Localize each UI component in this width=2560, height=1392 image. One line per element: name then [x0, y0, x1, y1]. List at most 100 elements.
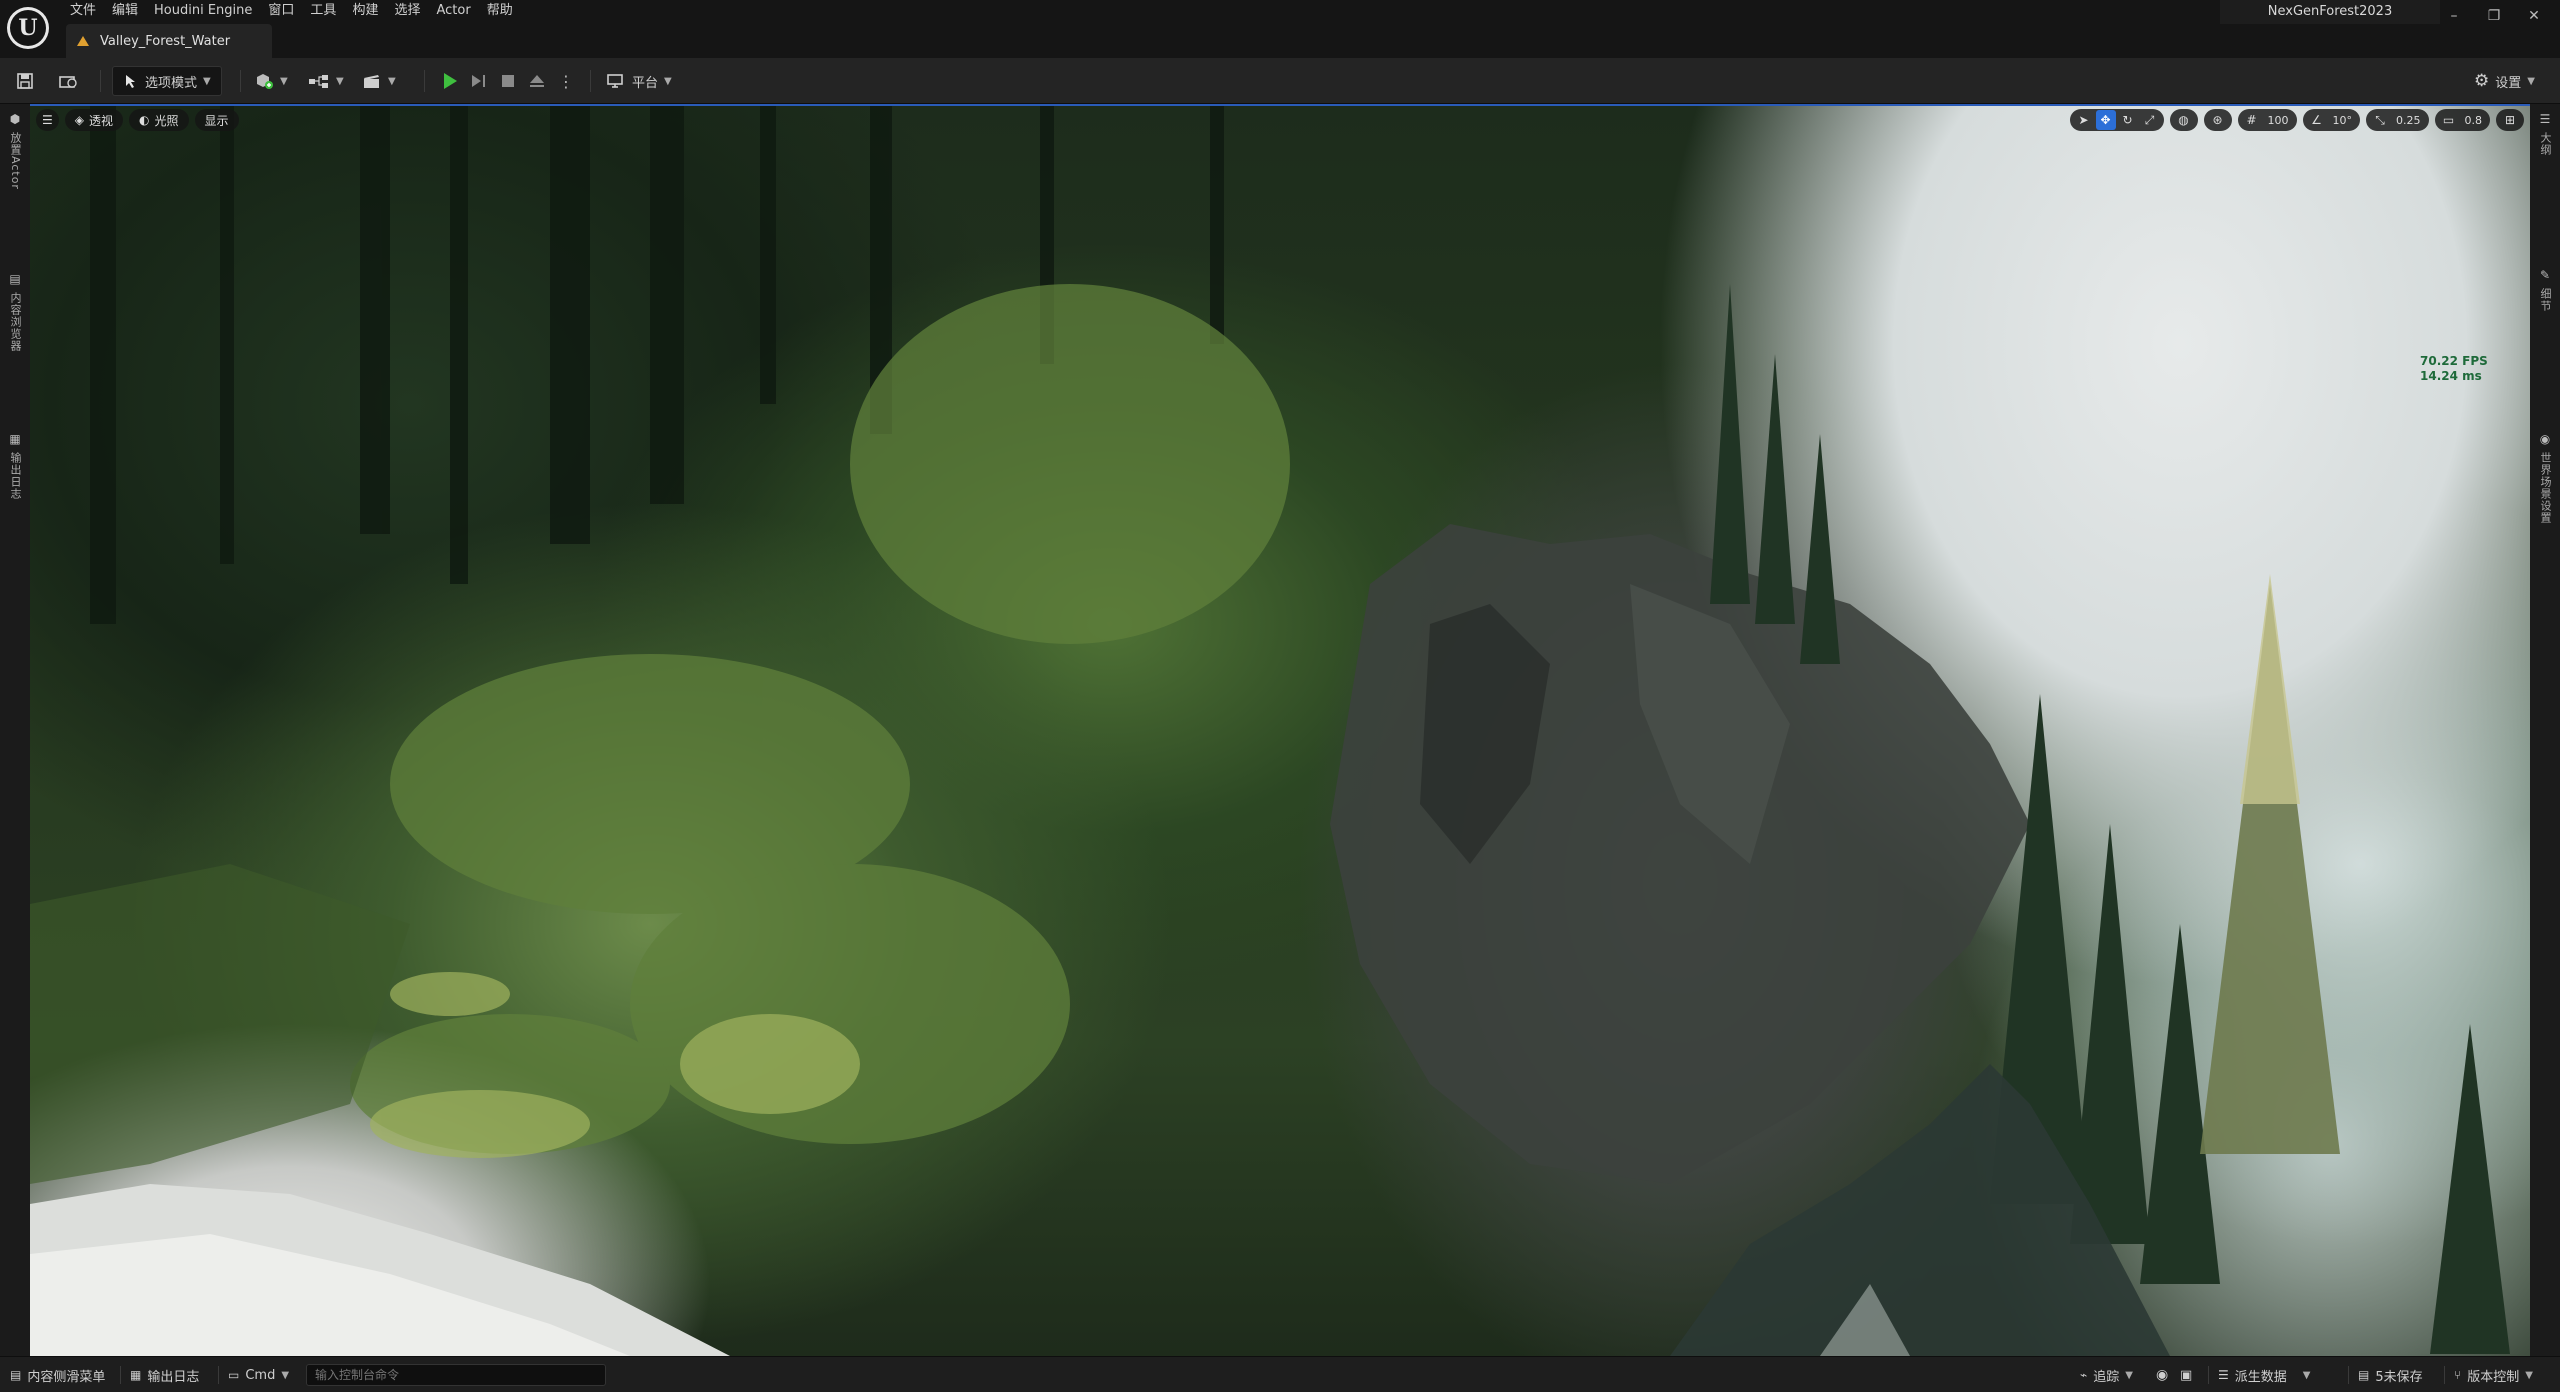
- close-button[interactable]: ✕: [2514, 0, 2554, 32]
- minimize-button[interactable]: –: [2434, 0, 2474, 32]
- select-tool-icon[interactable]: ➤: [2074, 110, 2094, 130]
- blueprint-icon: [309, 75, 328, 88]
- derived-data-button[interactable]: ☰ 派生数据 ▼: [2218, 1364, 2310, 1386]
- terminal-icon: ▭: [228, 1368, 240, 1382]
- menu-houdini-engine[interactable]: Houdini Engine: [146, 0, 260, 22]
- surface-snap-icon[interactable]: ⊛: [2208, 110, 2228, 130]
- side-tab-label: 内容浏览器: [9, 292, 22, 352]
- step-forward-icon: [472, 75, 485, 87]
- rotation-snap-toggle[interactable]: ∠ 10°: [2302, 109, 2360, 131]
- menu-actor[interactable]: Actor: [428, 0, 478, 22]
- perspective-label: 透视: [89, 113, 114, 128]
- menu-select[interactable]: 选择: [386, 0, 428, 22]
- restore-button[interactable]: ❐: [2474, 0, 2514, 32]
- derived-data-icon: ☰: [2218, 1368, 2229, 1382]
- play-button[interactable]: [436, 66, 464, 96]
- chevron-down-icon: ▼: [2525, 1369, 2533, 1381]
- chevron-down-icon: ▼: [336, 75, 344, 87]
- play-options-button[interactable]: ⋮: [552, 66, 580, 96]
- project-name: NexGenForest2023: [2220, 0, 2440, 24]
- play-icon: [444, 73, 457, 89]
- blueprints-button[interactable]: ▼: [302, 66, 350, 96]
- side-tab-content-browser[interactable]: ▤ 内容浏览器: [0, 272, 30, 352]
- place-actors-icon: ⬢: [9, 112, 21, 126]
- console-command-input[interactable]: [306, 1364, 606, 1386]
- camera-icon: ▣: [2180, 1367, 2193, 1383]
- menu-window[interactable]: 窗口: [260, 0, 302, 22]
- select-mode-icon: [126, 75, 135, 88]
- menu-bar: 文件 编辑 Houdini Engine 窗口 工具 构建 选择 Actor 帮…: [62, 0, 521, 22]
- statusbar-separator: [218, 1366, 219, 1384]
- scale-snap-toggle[interactable]: ⤡ 0.25: [2366, 109, 2429, 131]
- side-tab-details[interactable]: ✎ 细节: [2530, 268, 2560, 312]
- world-space-icon[interactable]: ◍: [2174, 110, 2194, 130]
- level-tab[interactable]: Valley_Forest_Water: [66, 24, 272, 58]
- content-drawer-label: 内容侧滑菜单: [27, 1369, 106, 1385]
- chevron-down-icon: ▼: [2302, 1369, 2311, 1381]
- side-tab-label: 放置Actor: [9, 132, 22, 190]
- cinematics-button[interactable]: ▼: [356, 66, 402, 96]
- record-button[interactable]: ◉: [2156, 1364, 2168, 1386]
- viewport-layout-button[interactable]: ⊞: [2496, 109, 2524, 131]
- side-tab-world-settings[interactable]: ◉ 世界场景设置: [2530, 432, 2560, 524]
- scale-tool-icon[interactable]: ⤢: [2140, 110, 2160, 130]
- add-actor-icon: [257, 74, 273, 89]
- scene-render: [30, 104, 2510, 1356]
- fps-value: 70.22 FPS: [2420, 354, 2488, 368]
- surface-snap-tools: ⊛: [2203, 109, 2232, 131]
- chevron-down-icon: ▼: [281, 1369, 290, 1381]
- unreal-logo-icon: U: [10, 10, 46, 46]
- viewport-menu-button[interactable]: ☰: [36, 109, 59, 131]
- show-flags-button[interactable]: 显示: [194, 109, 239, 131]
- cube-icon: ◈: [74, 113, 84, 127]
- side-tab-place-actors[interactable]: ⬢ 放置Actor: [0, 112, 30, 190]
- rotate-tool-icon[interactable]: ↻: [2118, 110, 2138, 130]
- content-drawer-button[interactable]: ▤ 内容侧滑菜单: [10, 1364, 105, 1386]
- unreal-logo[interactable]: U: [7, 7, 49, 49]
- unsaved-button[interactable]: ▤ 5未保存: [2358, 1364, 2423, 1386]
- close-icon: ✕: [2528, 8, 2540, 24]
- clapperboard-icon: [364, 75, 379, 88]
- menu-build[interactable]: 构建: [344, 0, 386, 22]
- browse-level-button[interactable]: [52, 66, 84, 96]
- mode-select-button[interactable]: 选项模式 ▼: [112, 66, 222, 96]
- viewport-active-border: [30, 104, 2530, 106]
- gear-icon: ⚙: [2474, 71, 2490, 91]
- status-bar: ▤ 内容侧滑菜单 ▦ 输出日志 ▭ Cmd ▼ ⌁ 追踪 ▼ ◉ ▣ ☰ 派生数…: [0, 1356, 2560, 1392]
- transform-tools: ➤ ✥ ↻ ⤢: [2069, 109, 2164, 131]
- lighting-mode-button[interactable]: ◐ 光照: [129, 109, 189, 131]
- platforms-button[interactable]: 平台 ▼: [600, 66, 678, 96]
- menu-help[interactable]: 帮助: [479, 0, 521, 22]
- grid-snap-toggle[interactable]: # 100: [2237, 109, 2297, 131]
- eject-button[interactable]: [522, 66, 552, 96]
- menu-file[interactable]: 文件: [62, 0, 104, 22]
- unsaved-icon: ▤: [2358, 1368, 2370, 1382]
- add-content-button[interactable]: ▼: [248, 66, 294, 96]
- menu-edit[interactable]: 编辑: [104, 0, 146, 22]
- screenshot-button[interactable]: ▣: [2180, 1364, 2192, 1386]
- side-tab-outliner[interactable]: ☰ 大纲: [2530, 112, 2560, 156]
- save-button[interactable]: [10, 66, 40, 96]
- toolbar-separator: [424, 70, 425, 92]
- source-control-button[interactable]: ⑂ 版本控制 ▼: [2454, 1364, 2533, 1386]
- output-log-button[interactable]: ▦ 输出日志: [130, 1364, 199, 1386]
- trace-button[interactable]: ⌁ 追踪 ▼: [2080, 1364, 2133, 1386]
- statusbar-separator: [120, 1366, 121, 1384]
- output-log-label: 输出日志: [147, 1369, 200, 1385]
- statusbar-separator: [2208, 1366, 2209, 1384]
- title-bar: U 文件 编辑 Houdini Engine 窗口 工具 构建 选择 Actor…: [0, 0, 2560, 58]
- advance-frame-button[interactable]: [464, 66, 494, 96]
- side-tab-label: 大纲: [2539, 132, 2552, 156]
- perspective-button[interactable]: ◈ 透视: [64, 109, 124, 131]
- chevron-down-icon: ▼: [388, 75, 396, 87]
- cmd-selector[interactable]: ▭ Cmd ▼: [228, 1364, 289, 1386]
- level-viewport[interactable]: ☰ ◈ 透视 ◐ 光照 显示 ➤ ✥ ↻ ⤢ ◍ ⊛ # 100 ∠ 10° ⤡…: [30, 104, 2530, 1356]
- coordinate-tools: ◍: [2169, 109, 2198, 131]
- stop-button[interactable]: [494, 66, 522, 96]
- menu-tools[interactable]: 工具: [302, 0, 344, 22]
- side-tab-output-log[interactable]: ▦ 输出日志: [0, 432, 30, 500]
- settings-button[interactable]: ⚙ 设置 ▼: [2468, 66, 2541, 96]
- translate-tool-icon[interactable]: ✥: [2095, 110, 2116, 130]
- camera-speed-button[interactable]: ▭ 0.8: [2434, 109, 2490, 131]
- more-options-icon: ⋮: [558, 71, 574, 91]
